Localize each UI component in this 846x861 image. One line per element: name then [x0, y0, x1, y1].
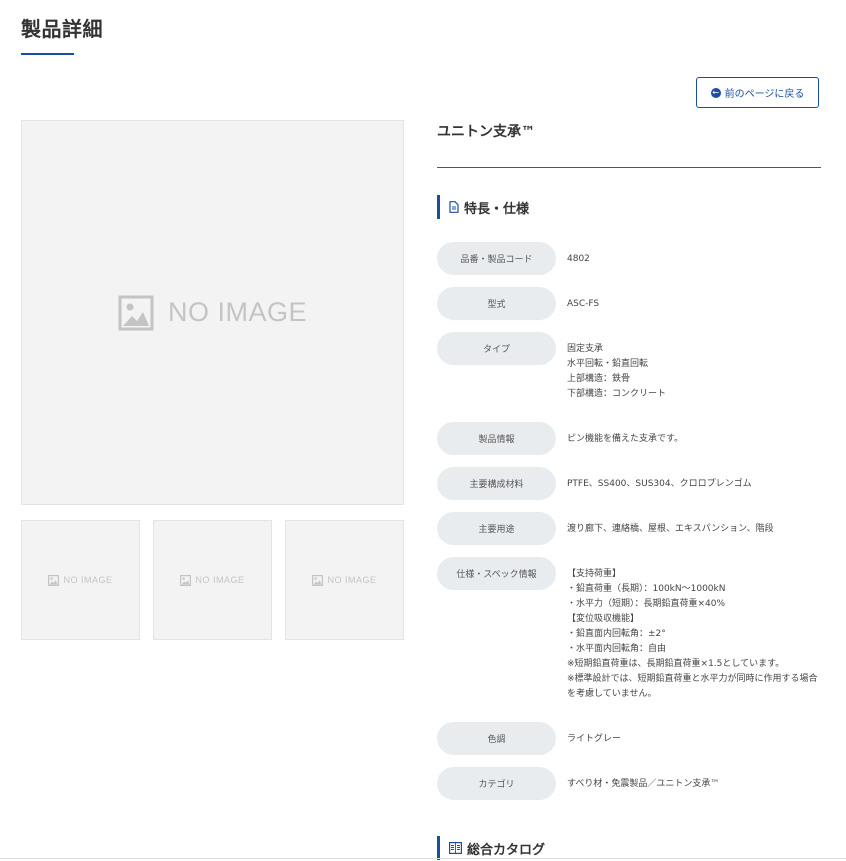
spec-value: ASC-FS — [567, 299, 600, 309]
thumbnail-3[interactable]: NO IMAGE — [285, 520, 404, 640]
back-button-label: 前のページに戻る — [724, 89, 805, 100]
thumbnail-label: NO IMAGE — [63, 575, 113, 585]
image-placeholder-icon — [180, 574, 192, 586]
main-product-image[interactable]: NO IMAGE — [21, 120, 404, 505]
spec-value: ピン機能を備えた支承です。 — [567, 434, 684, 444]
spec-value: PTFE、SS400、SUS304、クロロプレンゴム — [567, 479, 752, 489]
spec-value: 【支持荷重】 ・鉛直荷重（長期）：100kN～1000kN ・水平力（短期）：長… — [567, 569, 818, 699]
spec-label: 仕様・スペック情報 — [437, 557, 556, 590]
spec-label: 主要用途 — [437, 512, 556, 545]
spec-label: 製品情報 — [437, 422, 556, 455]
spec-value: 固定支承 水平回転・鉛直回転 上部構造：鉄骨 下部構造：コンクリート — [567, 344, 667, 399]
product-name-divider — [437, 167, 821, 168]
spec-value: 4802 — [567, 254, 590, 264]
back-button[interactable]: ← 前のページに戻る — [696, 77, 819, 108]
spec-label: 主要構成材料 — [437, 467, 556, 500]
thumbnail-2[interactable]: NO IMAGE — [153, 520, 272, 640]
thumbnail-label: NO IMAGE — [327, 575, 377, 585]
spec-label: タイプ — [437, 332, 556, 365]
thumbnail-1[interactable]: NO IMAGE — [21, 520, 140, 640]
spec-label: 型式 — [437, 287, 556, 320]
book-icon — [449, 842, 462, 854]
spec-value: 渡り廊下、連絡橋、屋根、エキスパンション、階段 — [567, 524, 774, 534]
spec-label: 色調 — [437, 722, 556, 755]
title-underline — [21, 53, 74, 55]
document-icon — [449, 201, 459, 213]
specs-section-heading: 特長・仕様 — [437, 195, 529, 219]
image-placeholder-icon — [48, 574, 60, 586]
spec-label: カテゴリ — [437, 767, 556, 800]
spec-value: すべり材・免震製品／ユニトン支承™ — [567, 779, 720, 789]
catalog-section-title: 総合カタログ — [467, 842, 546, 858]
specs-section-title: 特長・仕様 — [464, 201, 530, 217]
image-placeholder-icon — [118, 295, 154, 330]
viewport-bottom-border — [0, 858, 846, 859]
spec-label: 品番・製品コード — [437, 242, 556, 275]
catalog-section-heading: 総合カタログ — [437, 836, 545, 860]
thumbnail-label: NO IMAGE — [195, 575, 245, 585]
spec-value: ライトグレー — [567, 734, 622, 744]
image-placeholder-icon — [312, 574, 324, 586]
arrow-left-circle-icon: ← — [710, 87, 721, 98]
no-image-label: NO IMAGE — [167, 297, 307, 327]
product-name: ユニトン支承™ — [437, 124, 535, 140]
page-title: 製品詳細 — [21, 17, 103, 41]
